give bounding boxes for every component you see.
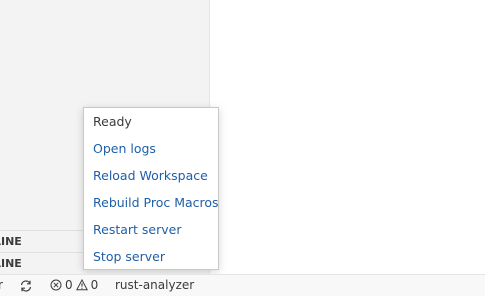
open-logs-link[interactable]: Open logs <box>93 139 156 159</box>
error-icon <box>50 279 62 291</box>
rebuild-proc-macros-link[interactable]: Rebuild Proc Macros <box>93 193 219 213</box>
rust-analyzer-status-button[interactable]: rust-analyzer <box>115 275 194 296</box>
warning-icon <box>75 278 88 291</box>
restart-server-link[interactable]: Restart server <box>93 220 181 240</box>
branch-indicator[interactable]: r <box>0 275 3 296</box>
sidebar-section-label: LINE <box>0 235 22 248</box>
rust-analyzer-menu: Ready Open logs Reload Workspace Rebuild… <box>83 107 219 270</box>
server-status-text: Ready <box>93 114 132 129</box>
warning-count: 0 <box>90 278 99 292</box>
editor-area <box>211 0 485 274</box>
reload-workspace-link[interactable]: Reload Workspace <box>93 166 208 186</box>
problems-indicator[interactable]: 0 0 <box>50 275 101 296</box>
stop-server-link[interactable]: Stop server <box>93 247 165 267</box>
error-count: 0 <box>65 278 73 292</box>
status-bar: r 0 0 rust-analyzer <box>0 274 485 296</box>
sidebar-section-label: LINE <box>0 257 22 270</box>
sync-icon[interactable] <box>19 275 33 296</box>
